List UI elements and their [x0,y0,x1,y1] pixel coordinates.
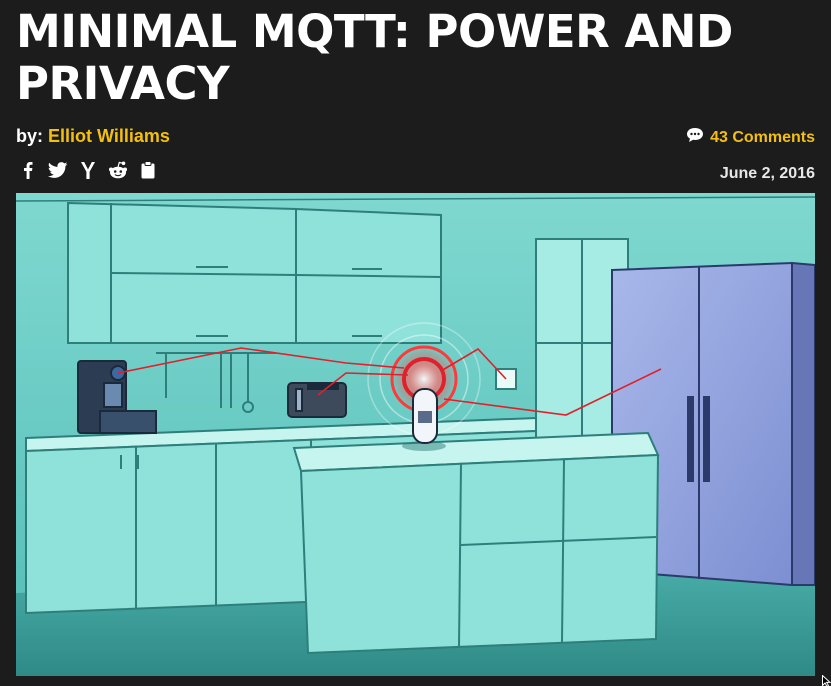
mouse-cursor-icon [822,674,831,686]
author-link[interactable]: Elliot Williams [48,126,170,146]
clipboard-icon[interactable] [138,160,158,180]
kitchen-illustration [16,193,815,676]
article-page: MINIMAL MQTT: POWER AND PRIVACY by: Elli… [0,0,831,686]
share-bar [18,160,158,180]
comment-bubble-icon [686,127,704,148]
facebook-icon[interactable] [18,160,38,180]
publish-date: June 2, 2016 [719,165,815,182]
comments-count: 43 Comments [710,128,815,146]
article-title: MINIMAL MQTT: POWER AND PRIVACY [16,5,733,110]
byline: by: Elliot Williams [16,126,170,147]
comments-link[interactable]: 43 Comments [686,127,815,148]
hackernews-icon[interactable] [78,160,98,180]
byline-prefix: by: [16,126,49,146]
hero-image [16,193,815,676]
twitter-icon[interactable] [48,160,68,180]
reddit-icon[interactable] [108,160,128,180]
